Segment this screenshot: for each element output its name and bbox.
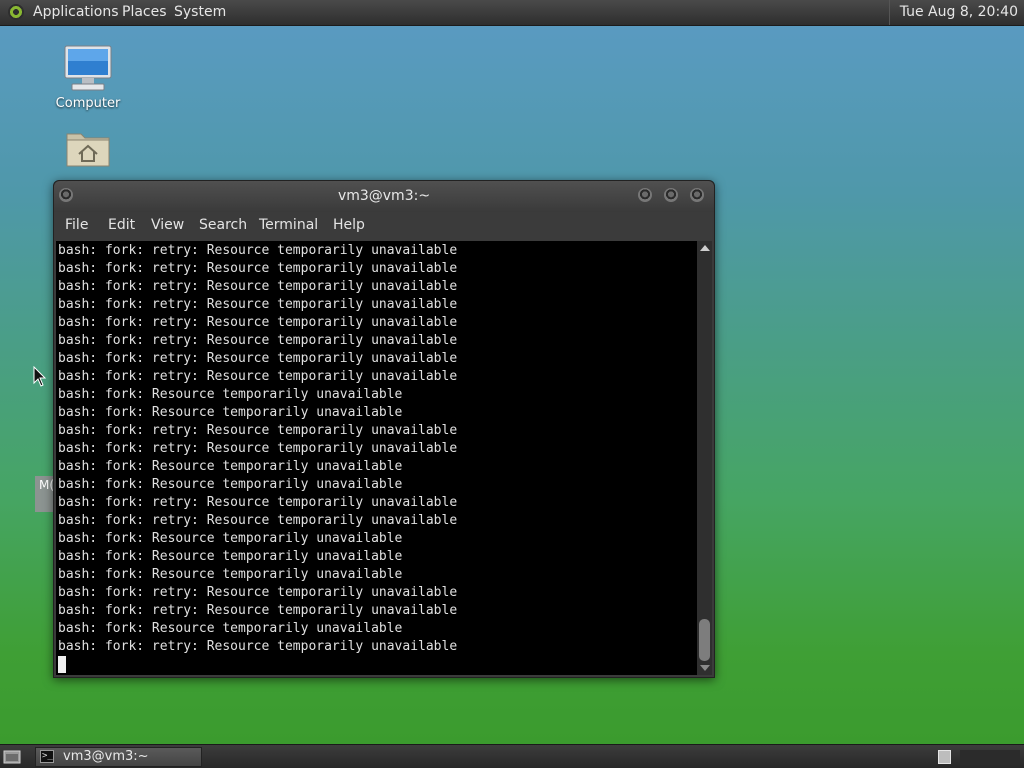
desktop-icon-computer[interactable]: Computer xyxy=(52,44,124,111)
scroll-up-arrow-icon[interactable] xyxy=(700,245,710,251)
terminal-line: bash: fork: retry: Resource temporarily … xyxy=(58,495,458,510)
terminal-line: bash: fork: Resource temporarily unavail… xyxy=(58,405,403,420)
maximize-icon[interactable] xyxy=(664,188,678,202)
menu-terminal[interactable]: Terminal xyxy=(259,212,318,239)
top-panel: Applications Places System Tue Aug 8, 20… xyxy=(0,0,1024,26)
terminal-line: bash: fork: retry: Resource temporarily … xyxy=(58,639,458,654)
terminal-line: bash: fork: retry: Resource temporarily … xyxy=(58,441,458,456)
menu-search[interactable]: Search xyxy=(199,212,247,239)
workspace-switcher-2[interactable] xyxy=(960,750,1020,764)
terminal-line: bash: fork: retry: Resource temporarily … xyxy=(58,315,458,330)
workspace-switcher-1[interactable] xyxy=(938,750,951,764)
taskbar-window-label: vm3@vm3:~ xyxy=(63,749,149,764)
computer-icon xyxy=(64,45,112,91)
terminal-app-icon: >_ xyxy=(40,750,54,763)
mouse-pointer-icon xyxy=(33,366,47,387)
desktop-icon-home[interactable] xyxy=(56,128,120,168)
home-folder-icon xyxy=(66,133,110,167)
clock[interactable]: Tue Aug 8, 20:40 xyxy=(888,0,1024,25)
terminal-line: bash: fork: Resource temporarily unavail… xyxy=(58,459,403,474)
terminal-output[interactable]: bash: fork: retry: Resource temporarily … xyxy=(56,241,697,675)
terminal-cursor xyxy=(58,656,66,673)
distro-logo-icon[interactable] xyxy=(8,4,24,20)
terminal-window[interactable]: vm3@vm3:~ File Edit View Search Terminal… xyxy=(53,180,715,678)
menu-edit[interactable]: Edit xyxy=(108,212,135,239)
terminal-line: bash: fork: retry: Resource temporarily … xyxy=(58,243,458,258)
terminal-line: bash: fork: retry: Resource temporarily … xyxy=(58,585,458,600)
terminal-line: bash: fork: Resource temporarily unavail… xyxy=(58,621,403,636)
menu-file[interactable]: File xyxy=(65,212,88,239)
places-menu[interactable]: Places xyxy=(122,0,167,25)
window-title: vm3@vm3:~ xyxy=(337,188,431,204)
terminal-line: bash: fork: retry: Resource temporarily … xyxy=(58,423,458,438)
terminal-line: bash: fork: Resource temporarily unavail… xyxy=(58,549,403,564)
terminal-menubar: File Edit View Search Terminal Help xyxy=(54,212,714,239)
terminal-lines: bash: fork: retry: Resource temporarily … xyxy=(58,242,457,656)
close-icon[interactable] xyxy=(690,188,704,202)
bottom-panel: >_ vm3@vm3:~ xyxy=(0,744,1024,768)
terminal-line: bash: fork: retry: Resource temporarily … xyxy=(58,513,458,528)
terminal-line: bash: fork: retry: Resource temporarily … xyxy=(58,279,458,294)
desktop-icon-label: Computer xyxy=(55,96,121,111)
terminal-line: bash: fork: Resource temporarily unavail… xyxy=(58,387,403,402)
partial-desktop-icon[interactable]: M( xyxy=(35,476,55,512)
minimize-icon[interactable] xyxy=(638,188,652,202)
terminal-line: bash: fork: retry: Resource temporarily … xyxy=(58,351,458,366)
terminal-line: bash: fork: retry: Resource temporarily … xyxy=(58,369,458,384)
terminal-line: bash: fork: retry: Resource temporarily … xyxy=(58,603,458,618)
terminal-line: bash: fork: retry: Resource temporarily … xyxy=(58,297,458,312)
taskbar-window-button[interactable]: >_ vm3@vm3:~ xyxy=(35,747,202,767)
system-menu[interactable]: System xyxy=(174,0,226,25)
scroll-down-arrow-icon[interactable] xyxy=(700,665,710,671)
show-desktop-icon[interactable] xyxy=(3,749,21,764)
menu-view[interactable]: View xyxy=(151,212,184,239)
scrollbar-thumb[interactable] xyxy=(699,619,710,661)
terminal-line: bash: fork: Resource temporarily unavail… xyxy=(58,567,403,582)
terminal-line: bash: fork: Resource temporarily unavail… xyxy=(58,531,403,546)
menu-help[interactable]: Help xyxy=(333,212,365,239)
applications-menu[interactable]: Applications xyxy=(33,0,119,25)
terminal-scrollbar[interactable] xyxy=(697,241,712,675)
window-titlebar[interactable]: vm3@vm3:~ xyxy=(54,181,714,212)
terminal-line: bash: fork: retry: Resource temporarily … xyxy=(58,333,458,348)
terminal-line: bash: fork: retry: Resource temporarily … xyxy=(58,261,458,276)
terminal-line: bash: fork: Resource temporarily unavail… xyxy=(58,477,403,492)
